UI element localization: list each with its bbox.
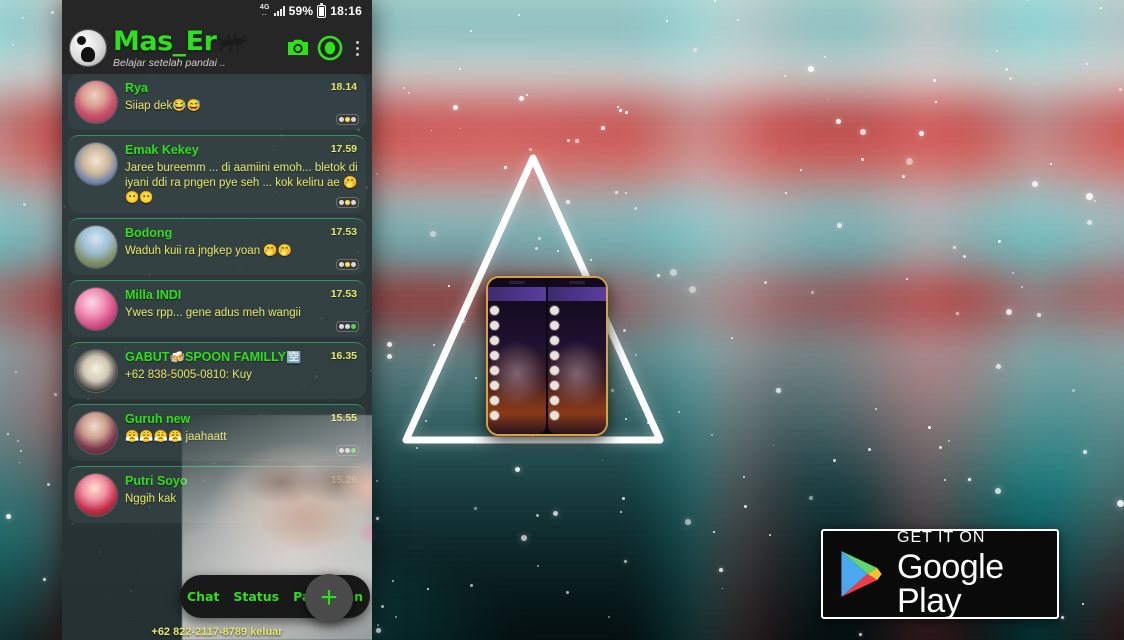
chat-item-timestamp: 16.35 [330,350,357,363]
status-badge [337,115,358,124]
chat-item-name: Guruh new [125,413,191,427]
chat-list-item[interactable]: Guruh new 😤😤😤😤 jaahaatt 15.55 [68,404,366,462]
chat-item-timestamp: 15.55 [330,412,357,425]
camera-icon[interactable] [286,37,310,59]
chat-list-item[interactable]: Emak Kekey Jaree bureemm ... di aamiini e… [68,135,366,214]
chat-item-message: Jaree bureemm ... di aamiini emoh... ble… [125,161,358,205]
phone-mockup-right [548,278,606,434]
battery-icon [317,2,327,18]
chat-item-text: Emak Kekey Jaree bureemm ... di aamiini e… [125,143,358,206]
phone-notch [548,278,606,287]
header-title-block: Mas_Er Belajar setelah pandai .. [113,28,279,69]
status-badge [337,446,358,456]
avatar[interactable] [70,30,106,66]
phone-appbar [548,287,606,301]
chat-item-message: Siiap dek😂😅 [125,99,201,112]
chat-item-name: Bodong [125,227,173,241]
record-circle-icon[interactable] [317,35,343,61]
avatar[interactable] [75,226,117,269]
chat-item-message: Ywes rpp... gene adus meh wangii [125,307,301,320]
whatsapp-mod-screenshot: 4G.. 59% 18:16 Mas_Er Belajar setelah pa… [62,0,372,640]
chat-list[interactable]: Rya Siiap dek😂😅 18.14 Emak Kekey Jaree buree… [62,74,372,640]
header-subtitle: Belajar setelah pandai .. [113,56,226,69]
chat-item-name: Emak Kekey [125,144,199,157]
chat-item-text: Bodong Waduh kuii ra jngkep yoan 🤭🤭 [125,226,358,268]
chat-item-timestamp: 17.59 [330,143,357,155]
chat-list-item[interactable]: GABUT🍻SPOON FAMILLY🈳 +62 838-5005-0810: K… [68,342,366,400]
chat-item-timestamp: 17.53 [330,288,357,301]
chat-item-message: Waduh kuii ra jngkep yoan 🤭🤭 [125,245,292,258]
google-play-tagline: GET IT ON [897,529,986,546]
tab-status[interactable]: Status [233,589,279,604]
chat-item-text: GABUT🍻SPOON FAMILLY🈳 +62 838-5005-0810: K… [125,350,358,392]
chat-item-text: Rya Siiap dek😂😅 [125,81,358,123]
status-badge [337,260,358,270]
google-play-logo-icon [841,551,882,597]
google-play-text-block: GET IT ON Google Play [897,529,1041,620]
google-play-badge[interactable]: GET IT ON Google Play [821,529,1059,619]
android-status-bar: 4G.. 59% 18:16 [62,0,372,22]
chat-item-text: Putri Soyo Nggih kak [125,474,358,516]
chat-item-name: GABUT🍻SPOON FAMILLY🈳 [125,351,302,365]
system-message: +62 822-2117-8789 keluar [151,626,283,638]
clock-label: 18:16 [330,4,362,18]
phone-appbar [488,287,546,301]
google-play-wordmark: Google Play [897,548,1004,620]
chat-item-timestamp: 17.53 [330,226,357,239]
phone-mockup-left [488,278,546,434]
chat-list-item[interactable]: Bodong Waduh kuii ra jngkep yoan 🤭🤭 17.53 [68,218,366,276]
avatar[interactable] [75,412,117,455]
avatar[interactable] [75,474,117,517]
battery-percent-label: 59% [288,4,314,18]
phone-notch [488,278,546,287]
phone-screen-content [488,301,546,434]
status-badge [337,322,358,332]
network-type-indicator: 4G.. [259,4,270,17]
chat-item-name: Milla INDI [125,289,182,303]
phone-mockups [486,276,608,436]
chat-list-item[interactable]: Putri Soyo Nggih kak 15.29 [68,466,366,524]
avatar[interactable] [75,350,117,393]
chat-list-item[interactable]: Milla INDI Ywes rpp... gene adus meh wang… [68,280,366,338]
chat-item-message: Nggih kak [125,493,177,506]
status-badge [337,198,358,208]
avatar[interactable] [75,143,117,185]
chat-item-name: Rya [125,82,148,95]
avatar[interactable] [75,81,117,123]
chat-item-text: Guruh new 😤😤😤😤 jaahaatt [125,412,358,454]
chat-item-text: Milla INDI Ywes rpp... gene adus meh wang… [125,288,358,330]
app-header: Mas_Er Belajar setelah pandai .. [62,22,372,74]
tab-chat[interactable]: Chat [187,589,219,604]
ant-icon [217,33,247,52]
overflow-menu-icon[interactable] [350,40,364,56]
chat-item-timestamp: 18.14 [330,81,357,93]
triangle-showcase [398,148,668,448]
chat-list-item[interactable]: Rya Siiap dek😂😅 18.14 [68,74,366,130]
signal-strength-icon [273,6,285,16]
chat-item-message: 😤😤😤😤 jaahaatt [125,431,227,444]
avatar[interactable] [75,288,117,331]
new-chat-fab[interactable]: + [305,574,353,622]
page-title: Mas_Er [113,25,217,57]
chat-item-timestamp: 15.29 [330,474,357,487]
chat-item-message: +62 838-5005-0810: Kuy [125,369,252,382]
phone-screen-content [548,301,606,434]
chat-item-name: Putri Soyo [125,475,188,489]
